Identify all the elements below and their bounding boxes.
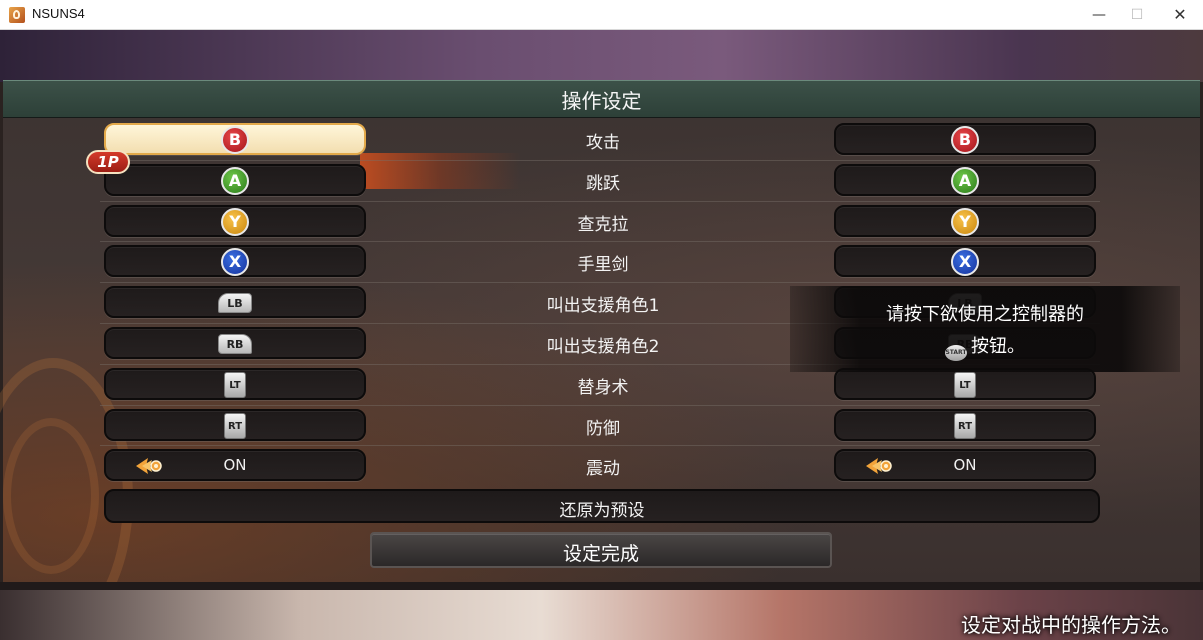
reset-defaults-button[interactable]: 还原为预设 [104, 489, 1100, 523]
window-title: NSUNS4 [32, 6, 85, 21]
action-label: 防御 [586, 418, 620, 439]
bottom-divider [0, 582, 1203, 590]
player1-binding-slot[interactable]: B [104, 123, 366, 155]
prompt-line-1: 请按下欲使用之控制器的 [886, 304, 1084, 325]
page-title: 操作设定 [561, 89, 642, 113]
y-button-icon: Y [951, 207, 979, 236]
player2-binding-slot[interactable]: X [834, 245, 1096, 278]
player2-binding-slot[interactable]: B [834, 123, 1096, 155]
finish-settings-label: 设定完成 [562, 543, 639, 565]
top-banner-art [0, 30, 1203, 82]
b-button-icon: B [951, 126, 979, 154]
vibration-value: ON [953, 456, 977, 475]
x-button-icon: X [951, 248, 979, 277]
player1-binding-slot[interactable]: Y [104, 204, 366, 237]
player2-binding-slot[interactable]: RT [834, 408, 1096, 441]
player2-binding-slot[interactable]: LT [834, 367, 1096, 400]
action-label: 跳跃 [586, 173, 620, 194]
action-label: 震动 [586, 459, 620, 480]
window-titlebar: NSUNS4 — ☐ ✕ [0, 0, 1203, 30]
lt-button-icon: LT [954, 371, 976, 398]
action-label: 替身术 [577, 377, 629, 398]
game-viewport: 操作设定 BB攻击AA跳跃YY查克拉XX手里剑LBLB叫出支援角色1RBRB叫出… [0, 30, 1203, 640]
lb-button-icon: LB [218, 293, 252, 314]
finish-settings-button[interactable]: 设定完成 [370, 532, 832, 568]
a-button-icon: A [221, 166, 249, 195]
prompt-line-2: START 按钮。 [790, 332, 1180, 361]
y-button-icon: Y [221, 207, 249, 236]
player2-binding-slot[interactable]: ON [834, 449, 1096, 482]
x-button-icon: X [221, 248, 249, 277]
flame-swirl-decoration [3, 418, 99, 574]
rt-button-icon: RT [954, 412, 976, 439]
app-icon [9, 7, 25, 23]
player-1-badge: 1P [86, 150, 130, 174]
header-bar: 操作设定 [3, 80, 1200, 119]
start-button-icon: START [945, 345, 967, 361]
player1-binding-slot[interactable]: LT [104, 367, 366, 400]
player1-binding-slot[interactable]: LB [104, 286, 366, 319]
controller-prompt-overlay: 请按下欲使用之控制器的 START 按钮。 [790, 286, 1180, 372]
a-button-icon: A [951, 166, 979, 195]
player1-binding-slot[interactable]: RB [104, 327, 366, 359]
action-label: 手里剑 [577, 255, 629, 276]
rb-button-icon: RB [218, 334, 252, 354]
b-button-icon: B [221, 126, 249, 154]
row-divider [100, 241, 1100, 243]
reset-defaults-label: 还原为预设 [559, 501, 645, 521]
action-label: 叫出支援角色1 [546, 296, 660, 317]
row-divider [100, 404, 1100, 406]
row-divider [100, 445, 1100, 447]
rt-button-icon: RT [224, 412, 246, 439]
lt-button-icon: LT [224, 371, 246, 398]
footer-hint: 设定对战中的操作方法。 [961, 613, 1181, 637]
prompt-line-2-text: 按钮。 [971, 336, 1025, 357]
player1-binding-slot[interactable]: ON [104, 449, 366, 482]
action-label: 查克拉 [577, 214, 629, 235]
player2-binding-slot[interactable]: A [834, 163, 1096, 196]
player1-binding-slot[interactable]: A [104, 163, 366, 196]
row-divider [100, 159, 1100, 161]
player1-binding-slot[interactable]: X [104, 245, 366, 278]
action-label: 叫出支援角色2 [546, 337, 660, 357]
row-divider [100, 282, 1100, 284]
action-label: 攻击 [586, 133, 620, 153]
maximize-button[interactable]: ☐ [1114, 0, 1160, 30]
player2-binding-slot[interactable]: Y [834, 204, 1096, 237]
close-button[interactable]: ✕ [1157, 0, 1203, 30]
vibration-value: ON [223, 456, 247, 475]
row-divider [100, 200, 1100, 202]
player1-binding-slot[interactable]: RT [104, 408, 366, 441]
